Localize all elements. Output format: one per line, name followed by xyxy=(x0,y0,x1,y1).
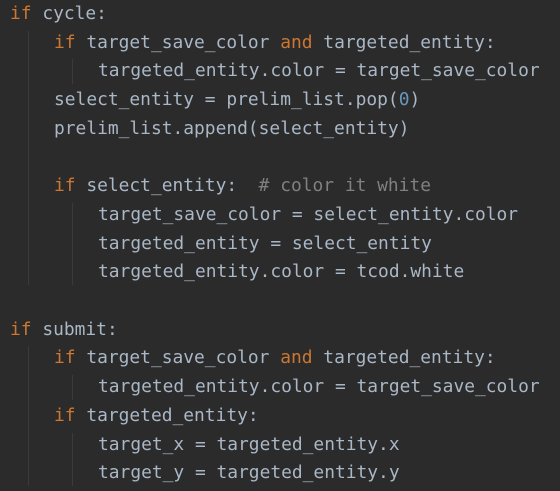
code-token: ) xyxy=(409,89,421,111)
code-token: target_save_color xyxy=(75,31,281,53)
keyword-token: if xyxy=(10,3,32,24)
keyword-token: and xyxy=(280,31,313,53)
code-token: targeted_entity.color = tcod.white xyxy=(98,261,465,283)
code-token: target_x = targeted_entity.x xyxy=(98,433,400,455)
code-token: target_y = targeted_entity.y xyxy=(98,462,400,484)
code-line[interactable]: if submit: xyxy=(10,316,118,345)
code-line[interactable]: target_save_color = select_entity.color xyxy=(98,201,518,230)
code-token: prelim_list.append(select_entity) xyxy=(54,117,410,139)
keyword-token: and xyxy=(280,347,313,369)
keyword-token: if xyxy=(54,175,76,197)
number-token: 0 xyxy=(398,89,410,111)
code-line[interactable]: targeted_entity.color = tcod.white xyxy=(98,258,464,287)
indent-guide xyxy=(72,432,73,486)
code-line[interactable]: target_y = targeted_entity.y xyxy=(98,459,400,488)
comment-token: # color it white xyxy=(258,175,431,197)
keyword-token: if xyxy=(54,347,76,369)
code-line[interactable]: select_entity = prelim_list.pop(0) xyxy=(54,86,420,115)
code-line[interactable]: prelim_list.append(select_entity) xyxy=(54,115,409,144)
code-line[interactable]: if target_save_color and targeted_entity… xyxy=(54,29,496,58)
indent-guide xyxy=(72,59,73,85)
code-token: submit: xyxy=(31,318,118,340)
code-line[interactable]: if target_save_color and targeted_entity… xyxy=(54,344,496,373)
code-line[interactable]: if targeted_entity: xyxy=(54,402,259,431)
code-token: select_entity: xyxy=(75,175,259,197)
code-token: targeted_entity = select_entity xyxy=(98,232,432,254)
code-line[interactable]: targeted_entity.color = target_save_colo… xyxy=(98,57,540,86)
code-line[interactable]: target_x = targeted_entity.x xyxy=(98,431,400,460)
indent-guide xyxy=(28,30,29,285)
code-token: targeted_entity.color = target_save_colo… xyxy=(98,376,540,398)
code-token: select_entity = prelim_list.pop( xyxy=(54,89,399,111)
code-token: targeted_entity: xyxy=(312,347,496,369)
indent-guide xyxy=(28,346,29,486)
keyword-token: if xyxy=(10,318,32,340)
code-token: targeted_entity: xyxy=(75,404,259,426)
code-token: target_save_color xyxy=(75,347,281,369)
keyword-token: if xyxy=(54,31,76,53)
code-line[interactable]: targeted_entity = select_entity xyxy=(98,230,432,259)
code-line[interactable]: if select_entity: # color it white xyxy=(54,172,431,201)
code-token: targeted_entity: xyxy=(312,31,496,53)
code-line[interactable]: if cycle: xyxy=(10,0,107,29)
indent-guide xyxy=(72,202,73,285)
code-token: targeted_entity.color = target_save_colo… xyxy=(98,60,540,82)
keyword-token: if xyxy=(54,404,76,426)
code-line[interactable]: targeted_entity.color = target_save_colo… xyxy=(98,373,540,402)
code-editor[interactable]: if cycle: if target_save_color and target… xyxy=(0,0,560,491)
code-token: target_save_color = select_entity.color xyxy=(98,203,519,225)
code-token: cycle: xyxy=(31,3,107,24)
indent-guide xyxy=(72,375,73,400)
